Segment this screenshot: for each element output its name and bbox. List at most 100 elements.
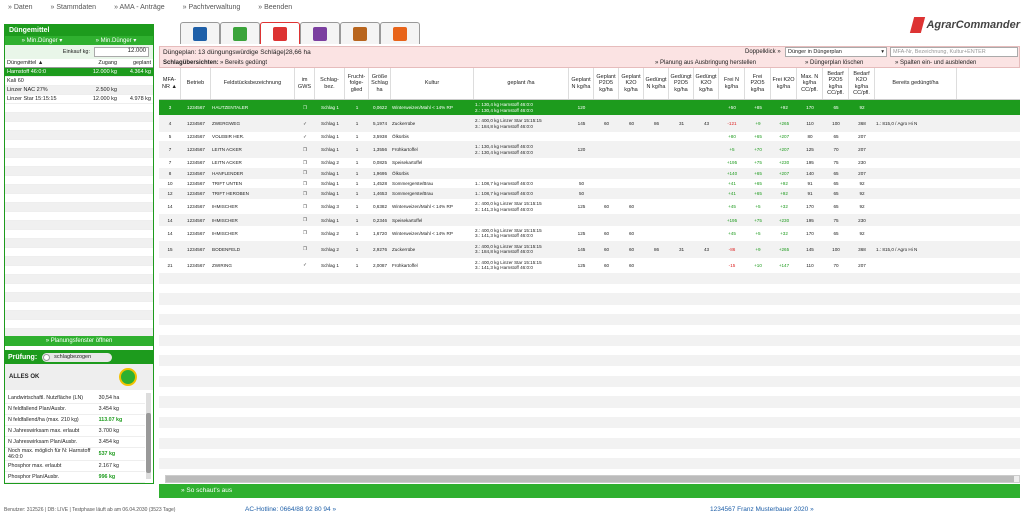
tab-fertilizer[interactable] <box>300 22 340 44</box>
tab-edit[interactable] <box>180 22 220 44</box>
table-cell: 1,9695 <box>372 170 388 176</box>
column-header[interactable]: Bereits gedüngt/ha <box>875 68 957 99</box>
table-cell: +230 <box>778 217 790 223</box>
column-header[interactable]: Bedarf K2O kg/ha CC/pfl. <box>849 68 875 99</box>
column-header[interactable]: Gedüngt N kg/ha <box>644 68 669 99</box>
hotline-link[interactable]: AC-Hotline: 0664/88 92 80 94 » <box>245 506 336 513</box>
table-cell: 170 <box>806 105 814 110</box>
list-item[interactable]: Linzer Star 15:15:15 12.000 kg 4.978 kg <box>5 95 153 104</box>
min-duenger-button-1[interactable]: » Min.Dünger ▾ <box>22 37 63 44</box>
table-cell: 5,1974 <box>372 121 388 126</box>
table-row[interactable]: 21 1234567 ZWIRING ✓ Schlag 1 1 2,0087 Frühkart… <box>159 258 1020 274</box>
table-cell: 60 <box>628 121 635 126</box>
list-item[interactable]: Linzer NAC 27% 2.500 kg <box>5 86 153 95</box>
nav-ama[interactable]: » AMA - Anträge <box>114 4 165 11</box>
duengerplan-loeschen-button[interactable]: » Düngerplan löschen <box>805 60 863 66</box>
column-header[interactable]: Geplant P2O5 kg/ha <box>594 68 619 99</box>
table-cell: Winterweizen/Mahl < 14% RP <box>392 204 453 210</box>
table-row[interactable]: 12 1234567 TRIFT HEROBEN ❐ Schlag 1 1 1,4653 So… <box>159 189 1020 200</box>
check-item: Phosphor max. erlaubt 2.167 kg <box>5 461 145 472</box>
column-header[interactable]: Feldstücksbezeichnung <box>211 68 295 99</box>
table-cell: 1.: 108,7 kg Harnstoff 46:0:0 <box>475 191 533 197</box>
table-cell: 3,5938 <box>372 134 388 140</box>
list-item[interactable]: Harnstoff 46:0:0 12.000 kg 4.364 kg <box>5 68 153 77</box>
column-header[interactable]: Frei P2O5 kg/ha <box>745 68 771 99</box>
table-row[interactable]: 3 1234567 HAUTZENTALER ❐ Schlag 1 1 0,0622 Wint… <box>159 100 1020 116</box>
table-row[interactable]: 7 1234567 LEITN ACKER ❐ Schlag 2 1 0,0825 Speis… <box>159 158 1020 169</box>
check-scrollbar[interactable] <box>146 393 151 479</box>
so-schauts-aus-button[interactable]: » So schaut's aus <box>159 484 1020 498</box>
table-cell: 1.: 130,4 kg Harnstoff 46:0:0 2.: 130,4 k… <box>474 102 569 113</box>
min-duenger-button-2[interactable]: » Min.Dünger ▾ <box>96 37 137 44</box>
empty-row <box>5 275 153 284</box>
column-header[interactable]: Frei K2O kg/ha <box>771 68 797 99</box>
col-zugang[interactable]: Zugang <box>77 60 117 66</box>
spalten-button[interactable]: » Spalten ein- und ausblenden <box>895 60 976 66</box>
table-cell: +70 <box>754 147 762 153</box>
table-row[interactable]: 4 1234567 ZWERGWEG ✓ Schlag 1 1 5,1974 Zuckerrü… <box>159 116 1020 132</box>
tab-paragraph[interactable] <box>380 22 420 44</box>
table-row[interactable]: 10 1234567 TRIFT UNTEN ❐ Schlag 1 1 1,4528 Somm… <box>159 179 1020 190</box>
column-header[interactable]: Geplant K2O kg/ha <box>619 68 644 99</box>
doppelklick-select[interactable]: Dünger in Düngerplan ▾ <box>785 47 887 57</box>
item-name: Linzer Star 15:15:15 <box>7 96 57 102</box>
col-geplant[interactable]: geplant <box>117 60 151 66</box>
nav-pacht[interactable]: » Pachtverwaltung <box>183 4 241 11</box>
nav-daten[interactable]: » Daten <box>8 4 33 11</box>
list-item[interactable]: Kali 60 <box>5 77 153 86</box>
table-cell: IHMISCHER <box>212 204 238 210</box>
planung-button[interactable]: » Planung aus Ausbringung herstellen <box>655 60 756 66</box>
table-cell: Speisekartoffel <box>392 160 423 166</box>
table-row[interactable]: 7 1234567 LEITN ACKER ❐ Schlag 1 1 1,3556 Frühk… <box>159 142 1020 159</box>
horizontal-scrollbar[interactable] <box>165 475 1020 483</box>
table-row[interactable]: 14 1234567 IHMISCHER ❐ Schlag 3 1 0,6382 Winter… <box>159 199 1020 216</box>
table-cell: 60 <box>628 262 635 268</box>
column-header[interactable]: geplant /ha <box>474 68 569 99</box>
empty-row <box>159 438 1020 449</box>
planungsfenster-button[interactable]: » Planungsfenster öffnen <box>5 336 153 346</box>
table-cell: ❐ <box>302 159 308 165</box>
check-label: N Jahreswirksam max. erlaubt <box>8 428 80 434</box>
column-header[interactable]: im GWS <box>295 68 315 99</box>
table-row[interactable]: 15 1234567 BODENFELD ❐ Schlag 2 1 2,9276 Zucker… <box>159 241 1020 258</box>
empty-row <box>5 284 153 293</box>
table-row[interactable]: 5 1234567 VOLEBIR HER. ✓ Schlag 1 1 3,5938 Ölkü… <box>159 132 1020 143</box>
column-header[interactable]: Schlag-bez. <box>315 68 345 99</box>
table-cell: 368 <box>858 121 866 126</box>
table-cell: +41 <box>728 181 736 187</box>
bereits-geduengt-button[interactable]: » Bereits gedüngt <box>220 60 267 66</box>
column-header[interactable]: Gedüngt P2O5 kg/ha <box>669 68 694 99</box>
column-header[interactable]: Frucht-folge-glied <box>345 68 369 99</box>
column-header[interactable]: Frei N kg/ha <box>719 68 745 99</box>
tab-chart[interactable] <box>260 22 300 44</box>
check-item: N Jahreswirksam Plan/Ausbr. 3.454 kg <box>5 437 145 448</box>
einkauf-row: Einkauf kg: 12.000 <box>5 45 153 59</box>
column-header[interactable]: Geplant N kg/ha <box>569 68 594 99</box>
empty-row <box>5 122 153 131</box>
column-header[interactable]: Gedüngt K2O kg/ha <box>694 68 719 99</box>
einkauf-input[interactable]: 12.000 <box>94 47 149 57</box>
column-header[interactable]: Kultur <box>391 68 474 99</box>
table-row[interactable]: 14 1234567 IHMISCHER ❐ Schlag 1 1 0,2346 Speise… <box>159 215 1020 226</box>
tab-cattle[interactable] <box>340 22 380 44</box>
column-header[interactable]: Größe Schlag ha <box>369 68 391 99</box>
table-cell: 207 <box>858 147 866 153</box>
table-cell: +92 <box>780 181 788 187</box>
company-link[interactable]: 1234567 Franz Musterbauer 2020 » <box>710 506 814 513</box>
nav-beenden[interactable]: » Beenden <box>258 4 292 11</box>
column-header[interactable]: MFA-NR ▲ <box>159 68 181 99</box>
table-row[interactable]: 14 1234567 IHMISCHER ❐ Schlag 2 1 1,6720 Winter… <box>159 226 1020 242</box>
schlagbezogen-toggle[interactable]: schlagbezogen <box>42 352 113 362</box>
search-input[interactable]: MFA-Nr, Bezeichnung, Kultur+ENTER <box>890 47 1018 57</box>
empty-row <box>159 294 1020 305</box>
table-row[interactable]: 8 1234567 HANFLENDER ❐ Schlag 1 1 1,9695 Ölkürb… <box>159 168 1020 179</box>
column-header[interactable]: Betrieb <box>181 68 211 99</box>
col-duengemittel[interactable]: Düngemittel ▲ <box>7 60 77 66</box>
column-header[interactable]: Bedarf P2O5 kg/ha CC/pfl. <box>823 68 849 99</box>
table-cell: 0,6382 <box>372 204 388 210</box>
column-header[interactable]: Max. N kg/ha CC/pfl. <box>797 68 823 99</box>
tab-list[interactable] <box>220 22 260 44</box>
nav-stammdaten[interactable]: » Stammdaten <box>51 4 97 11</box>
table-header: MFA-NR ▲ Betrieb Feldstücksbezeichnung im G… <box>159 68 1020 100</box>
table-cell: 207 <box>858 262 866 268</box>
